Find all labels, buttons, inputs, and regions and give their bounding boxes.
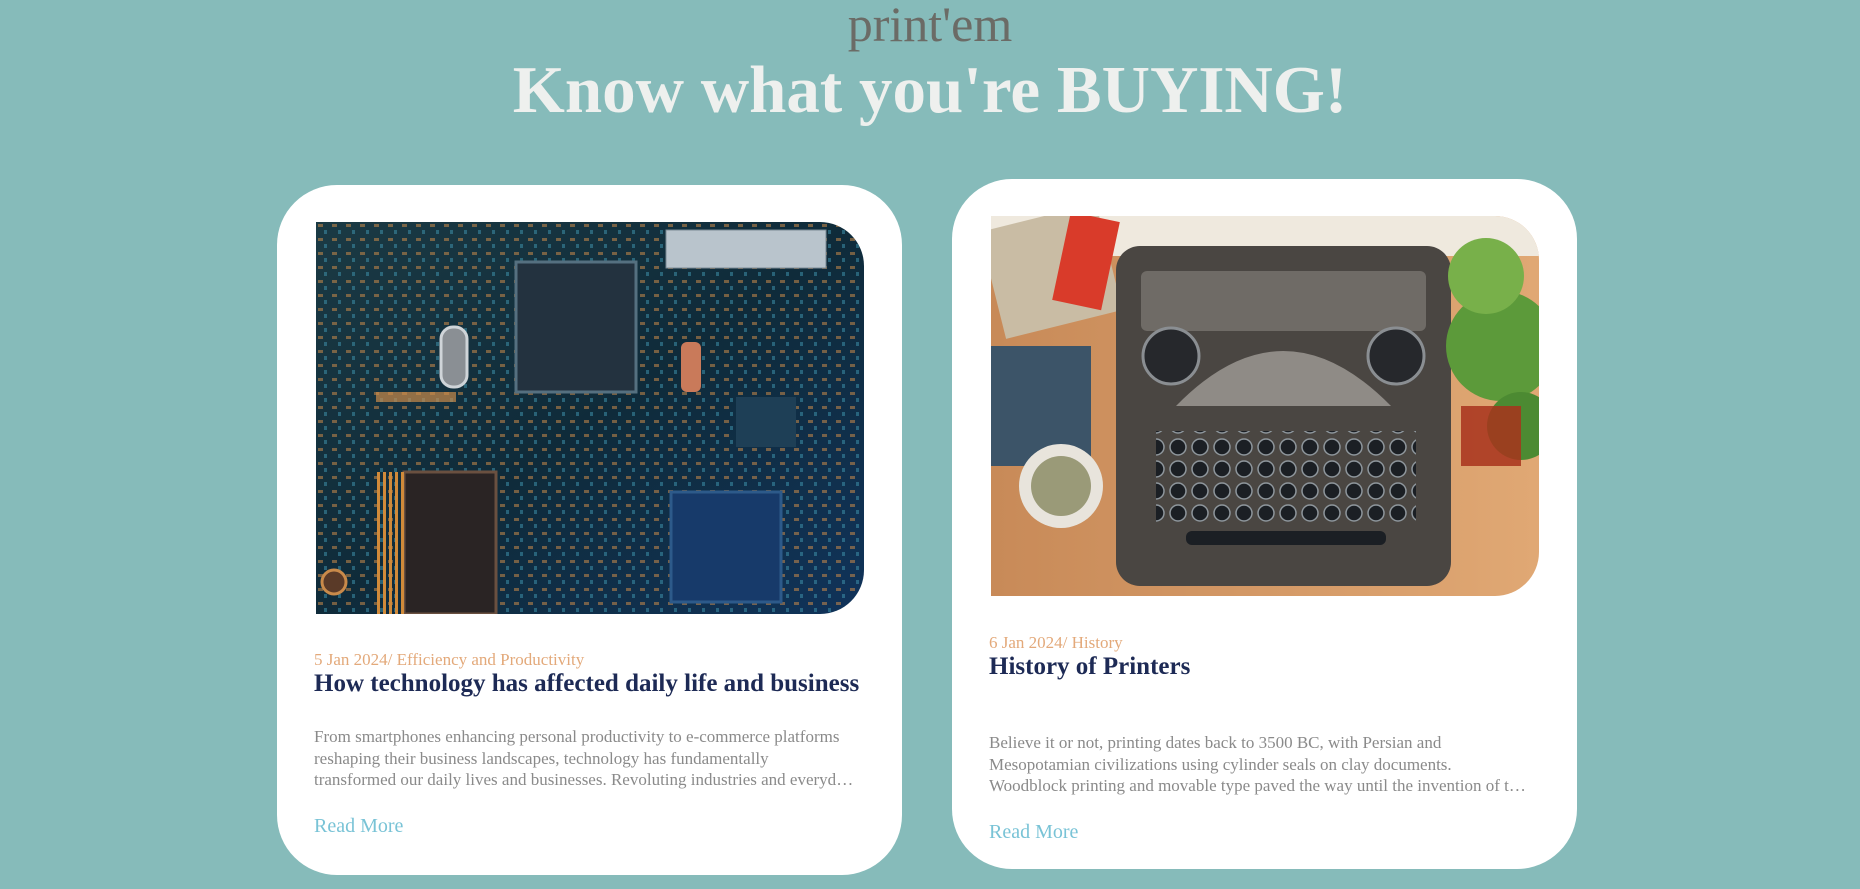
article-title[interactable]: How technology has affected daily life a… xyxy=(314,670,874,698)
article-card: 5 Jan 2024/ Efficiency and Productivity … xyxy=(277,185,902,875)
article-excerpt: From smartphones enhancing personal prod… xyxy=(314,727,853,789)
site-name: print'em xyxy=(847,0,1013,52)
circuit-board-photo xyxy=(316,222,864,614)
article-meta: 6 Jan 2024/ History xyxy=(989,633,1123,652)
article-image-circuit-board[interactable] xyxy=(316,222,864,614)
article-title[interactable]: History of Printers xyxy=(989,653,1549,681)
typewriter-photo xyxy=(991,216,1539,596)
read-more-link[interactable]: Read More xyxy=(314,815,403,838)
page-headline: Know what you're BUYING! xyxy=(512,53,1348,127)
article-excerpt: Believe it or not, printing dates back t… xyxy=(989,733,1525,795)
article-meta: 5 Jan 2024/ Efficiency and Productivity xyxy=(314,650,585,669)
read-more-link[interactable]: Read More xyxy=(989,821,1078,844)
article-card: 6 Jan 2024/ History History of Printers … xyxy=(952,179,1577,869)
article-image-typewriter[interactable] xyxy=(991,216,1539,596)
